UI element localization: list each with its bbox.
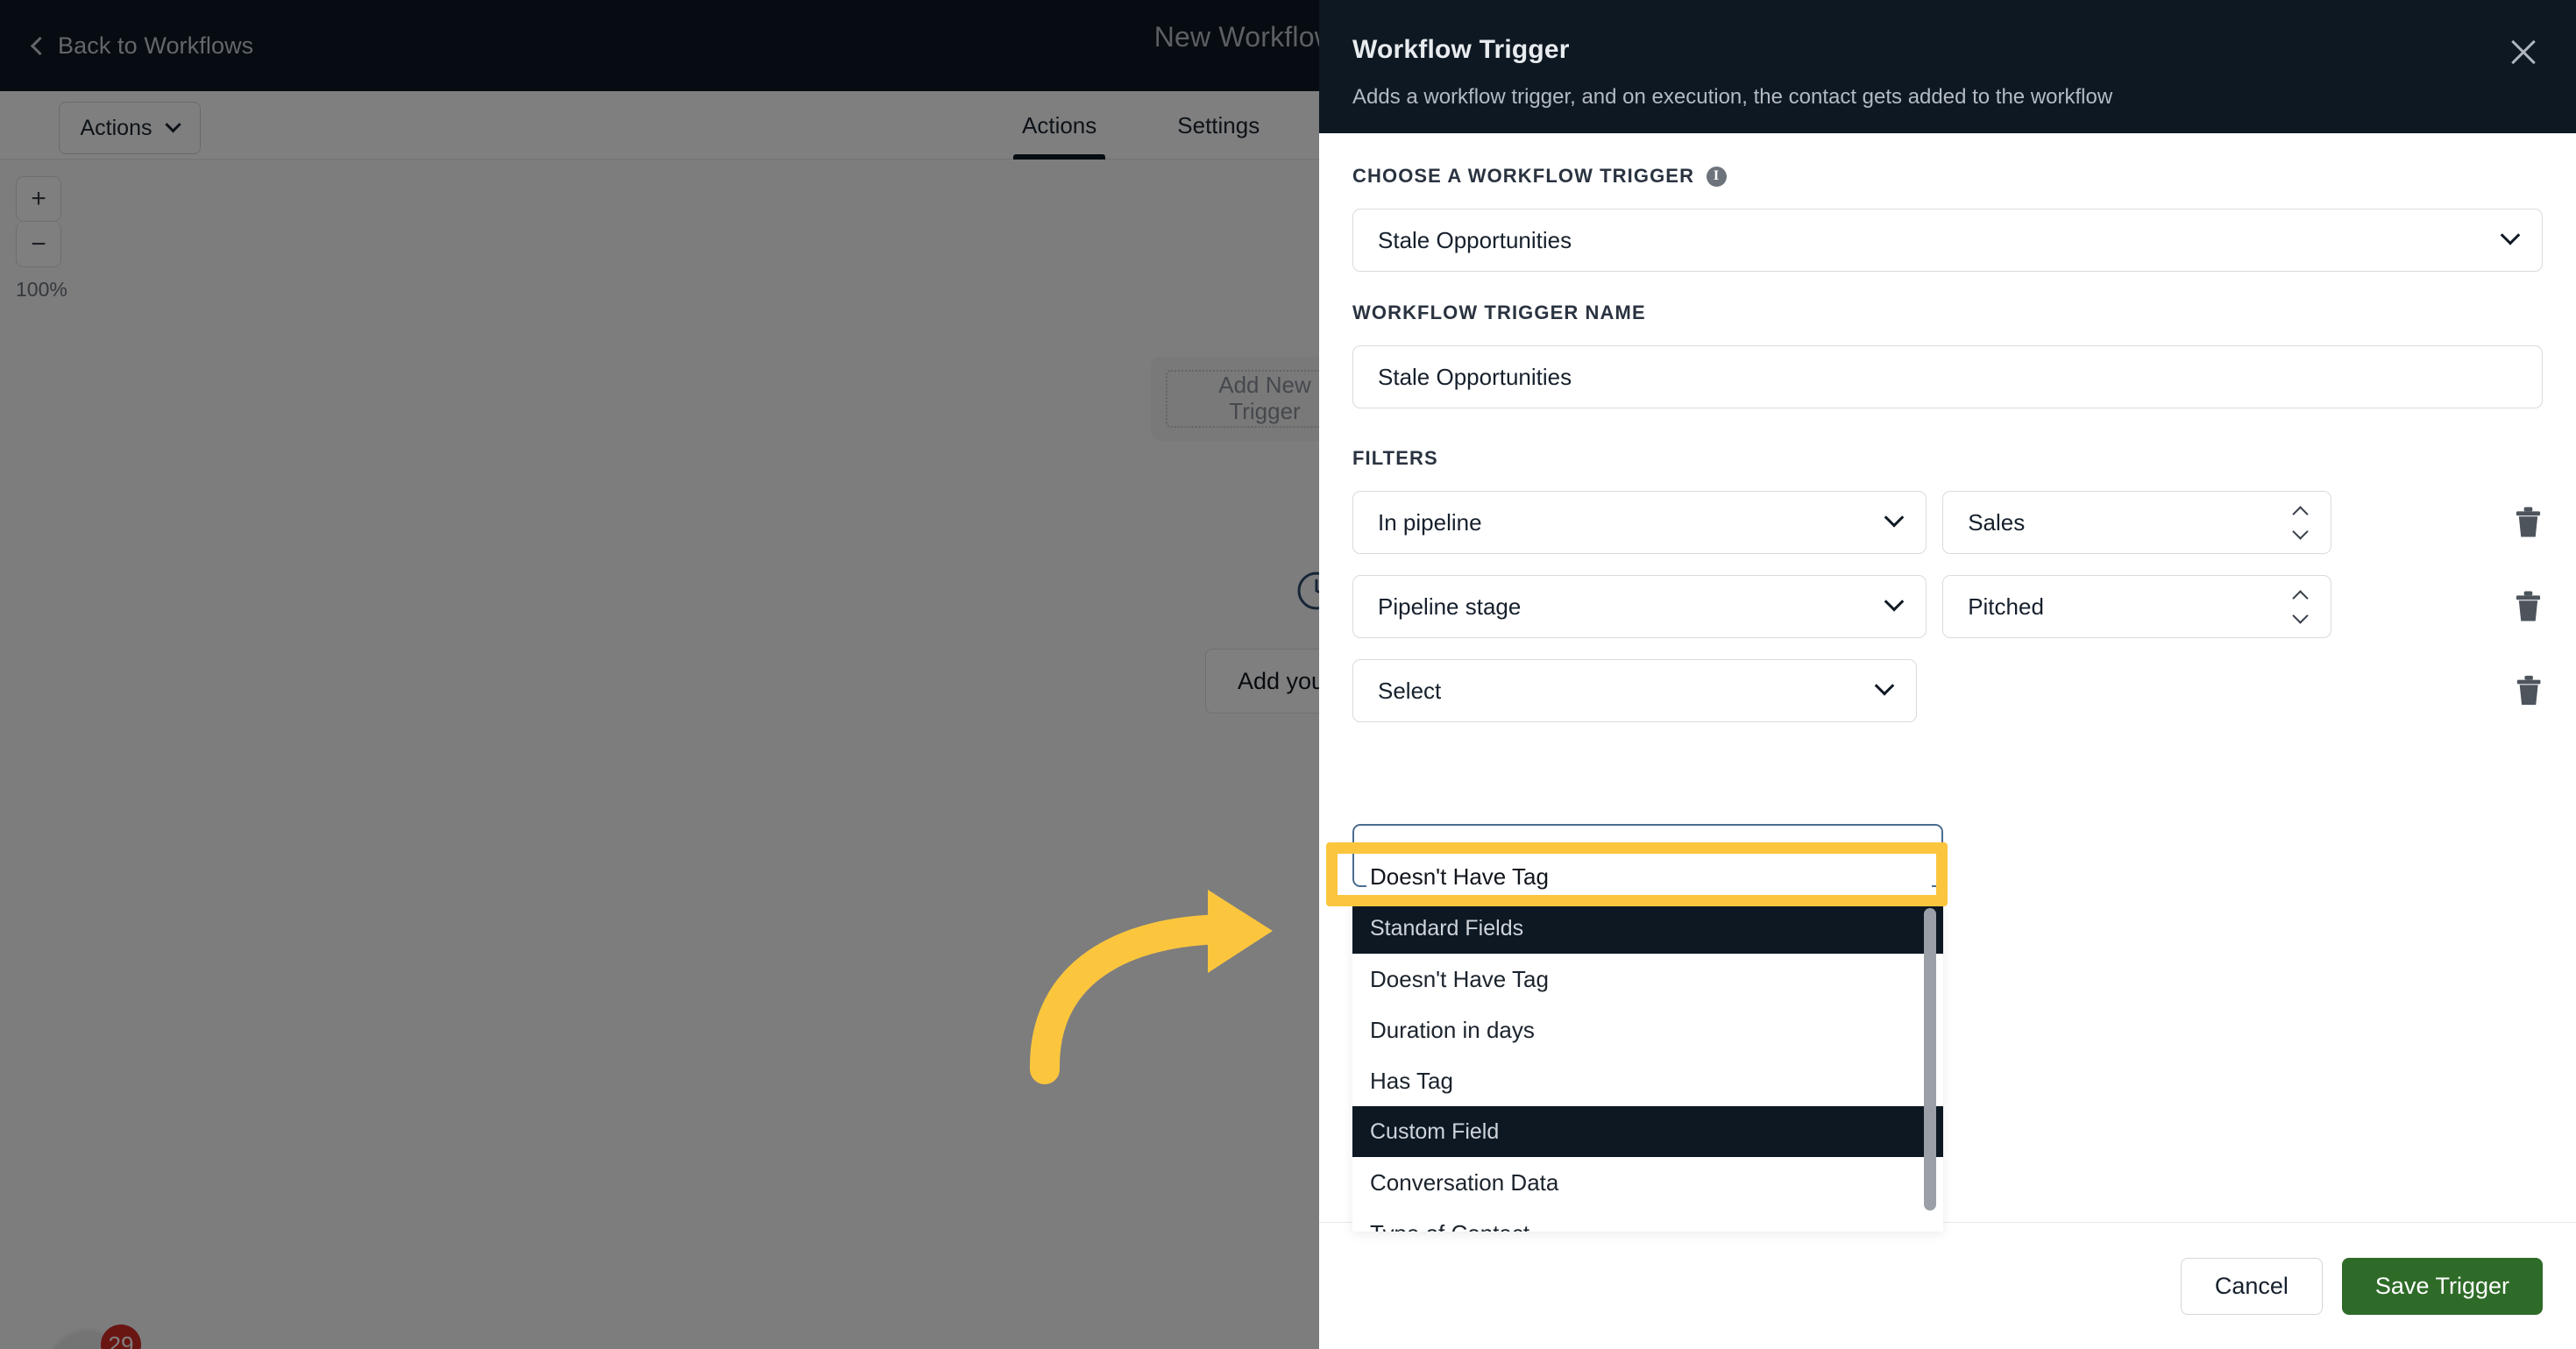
- filter-field-select[interactable]: Pipeline stage: [1352, 575, 1927, 638]
- chevron-down-icon: [1884, 592, 1905, 612]
- screen-root: Back to Workflows New Workflow : 1688 Ac…: [0, 0, 2576, 1349]
- chevron-down-icon: [2500, 225, 2521, 245]
- dropdown-option-list[interactable]: Standard Fields Doesn't Have Tag Duratio…: [1352, 903, 1943, 1232]
- dropdown-option-duration-in-days[interactable]: Duration in days: [1352, 1005, 1943, 1055]
- dropdown-group-header: Standard Fields: [1352, 903, 1943, 954]
- filter-row: In pipeline Sales: [1352, 470, 2543, 554]
- filter-value-text: Pitched: [1968, 593, 2044, 620]
- panel-body: CHOOSE A WORKFLOW TRIGGER i Stale Opport…: [1319, 133, 2576, 1232]
- spinner-arrows-icon: [2292, 589, 2309, 624]
- filter-value-select[interactable]: Sales: [1942, 491, 2332, 554]
- close-icon[interactable]: [2504, 33, 2543, 72]
- choose-trigger-label: CHOOSE A WORKFLOW TRIGGER: [1352, 165, 1695, 187]
- panel-title: Workflow Trigger: [1352, 35, 1570, 64]
- chevron-down-icon: [1874, 676, 1894, 696]
- chevron-down-icon: [1884, 508, 1905, 528]
- save-trigger-button[interactable]: Save Trigger: [2341, 1257, 2543, 1315]
- filter-value-text: Sales: [1968, 508, 2026, 536]
- trigger-name-value: Stale Opportunities: [1378, 363, 1572, 390]
- workflow-trigger-value: Stale Opportunities: [1378, 226, 1572, 253]
- filter-row: Pipeline stage Pitched: [1352, 554, 2543, 638]
- panel-footer: Cancel Save Trigger: [1319, 1222, 2576, 1349]
- trigger-name-input[interactable]: Stale Opportunities: [1352, 345, 2543, 408]
- field-dropdown: Standard Fields Doesn't Have Tag Duratio…: [1352, 824, 1943, 1232]
- filter-field-value: Pipeline stage: [1378, 593, 1522, 620]
- dropdown-option-type-of-contact[interactable]: Type of Contact: [1352, 1208, 1943, 1232]
- delete-filter-icon[interactable]: [2515, 673, 2543, 708]
- filter-field-select-open[interactable]: Select: [1352, 659, 1917, 722]
- filter-field-value: Select: [1378, 677, 1442, 704]
- filters-label: FILTERS: [1352, 447, 1438, 469]
- filter-field-select[interactable]: In pipeline: [1352, 491, 1927, 554]
- cancel-button[interactable]: Cancel: [2180, 1257, 2323, 1315]
- dropdown-group-header: Custom Field: [1352, 1106, 1943, 1157]
- info-icon[interactable]: i: [1707, 166, 1728, 187]
- filter-row: Select: [1352, 638, 2543, 722]
- panel-header: Workflow Trigger Adds a workflow trigger…: [1319, 0, 2576, 133]
- workflow-trigger-select[interactable]: Stale Opportunities: [1352, 209, 2543, 272]
- filter-value-select[interactable]: Pitched: [1942, 575, 2332, 638]
- workflow-trigger-panel: Workflow Trigger Adds a workflow trigger…: [1319, 0, 2576, 1349]
- spinner-arrows-icon: [2292, 505, 2309, 540]
- trigger-name-label: WORKFLOW TRIGGER NAME: [1352, 302, 1646, 323]
- delete-filter-icon[interactable]: [2514, 505, 2543, 540]
- dropdown-scrollbar[interactable]: [1924, 906, 1936, 1228]
- delete-filter-icon[interactable]: [2514, 589, 2543, 624]
- filter-field-value: In pipeline: [1378, 508, 1482, 536]
- dropdown-option-has-tag[interactable]: Has Tag: [1352, 1055, 1943, 1106]
- dropdown-option-doesnt-have-tag[interactable]: Doesn't Have Tag: [1352, 954, 1943, 1005]
- dropdown-search-input[interactable]: [1352, 824, 1943, 887]
- dropdown-option-conversation-data[interactable]: Conversation Data: [1352, 1157, 1943, 1208]
- panel-subtitle: Adds a workflow trigger, and on executio…: [1352, 85, 2113, 109]
- choose-trigger-label-row: CHOOSE A WORKFLOW TRIGGER i: [1352, 165, 2543, 188]
